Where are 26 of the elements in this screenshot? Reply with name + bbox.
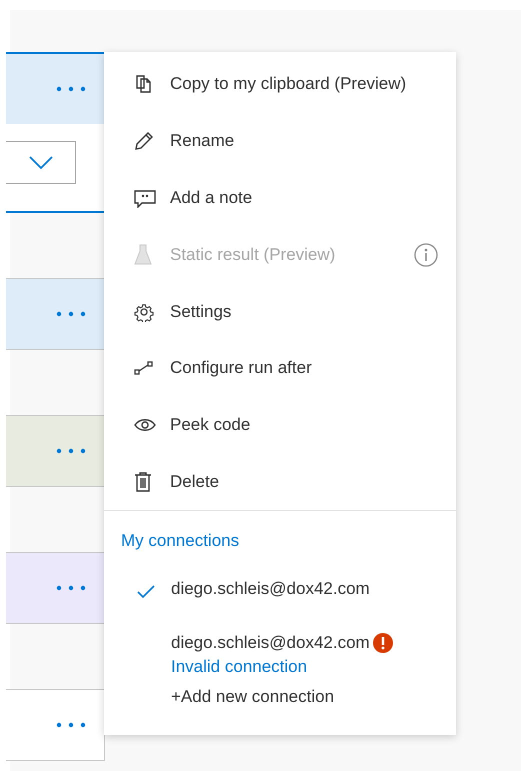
settings-icon xyxy=(134,302,154,322)
trash-icon xyxy=(134,472,152,492)
pencil-icon xyxy=(134,131,154,152)
add-connection-link[interactable]: +Add new connection xyxy=(104,687,456,708)
action-card[interactable] xyxy=(6,52,106,213)
more-icon xyxy=(56,311,86,317)
more-icon xyxy=(56,585,86,591)
connection-item[interactable]: diego.schleis@dox42.com Invalid connection xyxy=(104,633,456,678)
more-icon xyxy=(56,448,86,454)
more-icon xyxy=(56,86,86,92)
menu-item[interactable]: Peek code xyxy=(104,396,456,454)
section-title: My connections xyxy=(120,530,240,552)
menu-item[interactable]: Settings xyxy=(104,283,456,340)
connection-item[interactable]: diego.schleis@dox42.com xyxy=(104,579,456,624)
menu-item[interactable]: Add a note xyxy=(104,170,456,226)
more-icon xyxy=(56,722,86,728)
eye-icon xyxy=(134,418,156,432)
menu-item[interactable]: Rename xyxy=(104,112,456,170)
connector-icon xyxy=(134,360,154,376)
comment-icon xyxy=(134,188,156,208)
dropdown[interactable] xyxy=(6,141,76,184)
menu-item[interactable]: Delete xyxy=(104,454,456,510)
chevron-down-icon xyxy=(28,156,52,170)
menu-item[interactable]: Copy to my clipboard (Preview) xyxy=(104,56,456,113)
menu-item[interactable]: Configure run after xyxy=(104,340,456,397)
flask-icon xyxy=(134,244,152,266)
